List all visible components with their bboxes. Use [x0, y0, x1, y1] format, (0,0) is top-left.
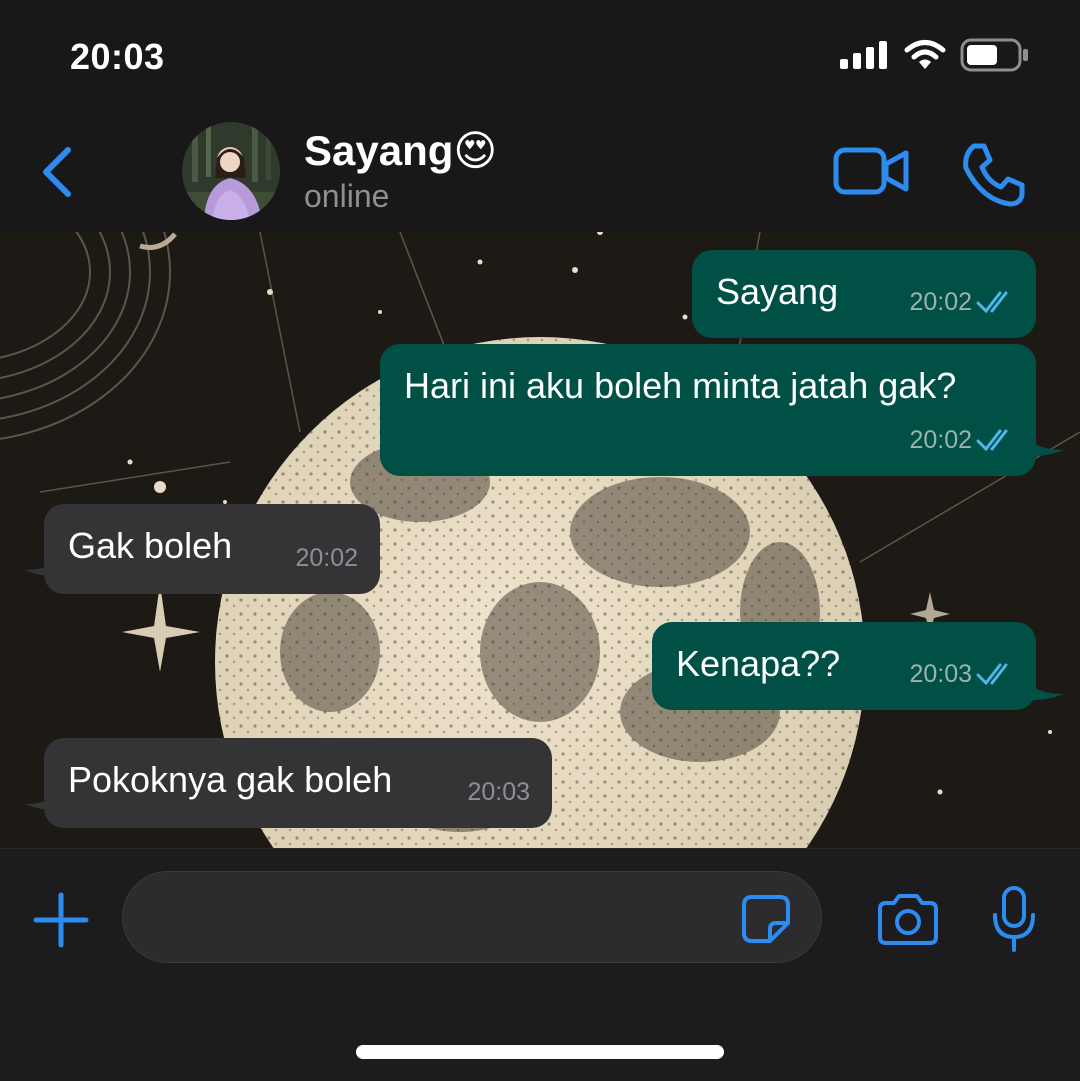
message-time: 20:03: [909, 660, 972, 688]
message-time: 20:02: [909, 288, 972, 316]
message-bubble-incoming[interactable]: Pokoknya gak boleh 20:03: [44, 738, 552, 828]
microphone-button[interactable]: [990, 885, 1038, 953]
attach-button[interactable]: [32, 891, 90, 949]
video-call-button[interactable]: [832, 144, 912, 200]
status-time: 20:03: [70, 36, 165, 77]
double-check-icon: [976, 291, 1008, 314]
cellular-signal-icon: [840, 41, 887, 69]
message-text: Kenapa??: [676, 643, 841, 684]
input-bar: [0, 848, 1080, 1081]
sticker-icon: [742, 895, 790, 943]
message-meta: 20:02: [909, 418, 1020, 462]
message-bubble-incoming[interactable]: Gak boleh 20:02: [44, 504, 380, 594]
double-check-icon: [976, 663, 1008, 686]
contact-name[interactable]: Sayang😍: [304, 126, 497, 175]
sticker-button[interactable]: [740, 893, 792, 945]
contact-status: online: [304, 178, 390, 214]
phone-icon: [963, 143, 1025, 207]
status-icons: [840, 38, 1030, 72]
bubble-tail: [24, 782, 68, 811]
battery-icon: [960, 38, 1028, 72]
microphone-icon: [993, 886, 1035, 952]
bubble-tail: [1020, 672, 1064, 701]
message-meta: 20:02: [909, 280, 1020, 324]
video-camera-icon: [833, 147, 909, 195]
chat-area[interactable]: Sayang 20:02 Hari ini aku boleh minta ja…: [0, 232, 1080, 848]
bubble-tail: [1020, 428, 1064, 457]
chat-header: Sayang😍 online: [0, 110, 1080, 233]
plus-icon: [33, 892, 89, 948]
message-time: 20:02: [295, 544, 358, 572]
message-input[interactable]: [122, 871, 822, 963]
message-text: Gak boleh: [68, 525, 233, 566]
message-time: 20:03: [467, 778, 530, 806]
message-meta: 20:03: [909, 652, 1020, 696]
message-time: 20:02: [909, 426, 972, 454]
voice-call-button[interactable]: [960, 142, 1026, 208]
bubble-tail: [24, 548, 68, 577]
wifi-icon: [904, 40, 946, 69]
message-bubble-outgoing[interactable]: Sayang 20:02: [692, 250, 1036, 338]
double-check-icon: [976, 429, 1008, 452]
message-bubble-outgoing[interactable]: Kenapa?? 20:03: [652, 622, 1036, 710]
home-indicator[interactable]: [356, 1045, 724, 1059]
camera-icon: [878, 894, 938, 945]
message-text: Sayang: [716, 271, 839, 312]
message-text: Pokoknya gak boleh: [68, 759, 393, 800]
profile-photo: [182, 122, 280, 220]
message-text: Hari ini aku boleh minta jatah gak?: [404, 365, 957, 406]
chevron-left-icon: [43, 147, 71, 197]
message-bubble-outgoing[interactable]: Hari ini aku boleh minta jatah gak? 20:0…: [380, 344, 1036, 476]
status-bar: 20:03: [0, 0, 1080, 110]
camera-button[interactable]: [876, 893, 940, 947]
avatar[interactable]: [182, 122, 280, 220]
message-meta: 20:02: [295, 536, 358, 580]
back-button[interactable]: [38, 144, 78, 200]
message-meta: 20:03: [467, 770, 530, 814]
